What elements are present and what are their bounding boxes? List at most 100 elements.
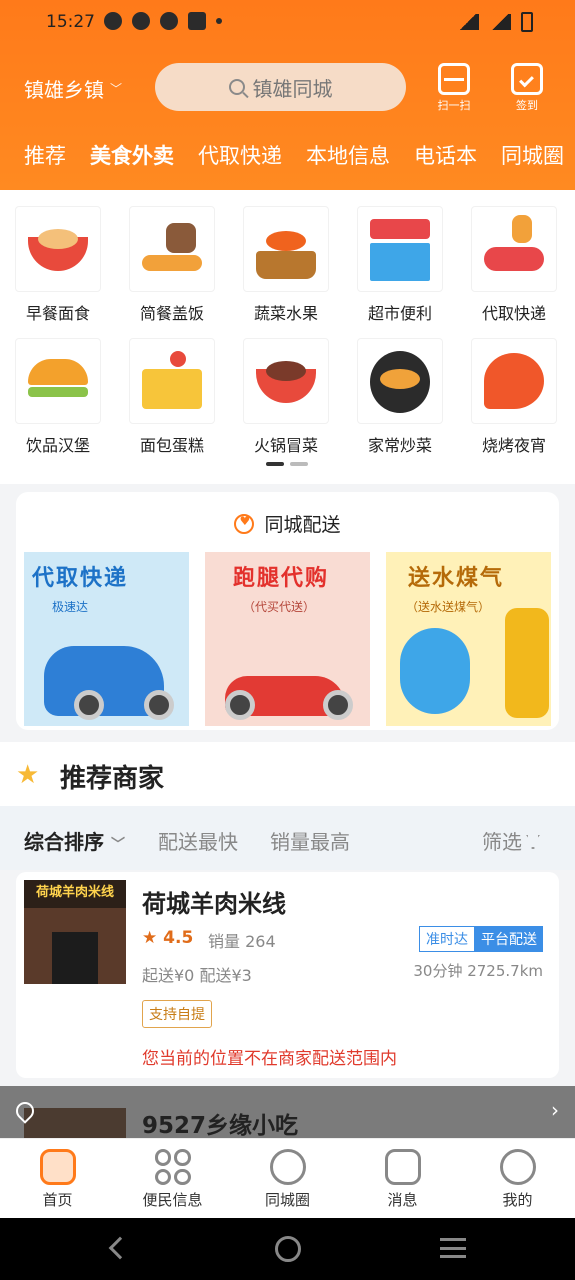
signal-icon (489, 14, 511, 30)
sort-fastest[interactable]: 配送最快 (158, 826, 238, 855)
status-time: 15:27 (46, 12, 95, 32)
cake-icon (129, 338, 215, 424)
category-label: 饮品汉堡 (25, 436, 90, 455)
category-bakery[interactable]: 面包蛋糕 (115, 338, 229, 456)
nav-label: 同城圈 (264, 1191, 310, 1209)
back-icon[interactable] (108, 1236, 132, 1260)
banner-express[interactable]: 代取快递 极速达 (24, 552, 189, 726)
nav-messages[interactable]: 消息 (345, 1139, 460, 1218)
noodle-bowl-icon (15, 206, 101, 292)
shop-door (52, 932, 98, 984)
gear-icon (132, 12, 150, 30)
filter-label: 筛选 (482, 830, 522, 854)
category-home-cooking[interactable]: 家常炒菜 (343, 338, 457, 456)
banner-title: 送水煤气 (408, 566, 505, 591)
burger-icon (15, 338, 101, 424)
message-icon (384, 1149, 421, 1185)
category-label: 代取快递 (481, 304, 546, 323)
platform-delivery-badge: 平台配送 (475, 926, 543, 952)
sign-in-button[interactable]: 签到 (509, 63, 545, 113)
shop-image: 荷城羊肉米线 (24, 880, 126, 984)
out-of-range-warning: 您当前的位置不在商家配送范围内 (142, 1049, 397, 1069)
banner-subtitle: （代买代送） (243, 600, 316, 614)
chevron-right-icon[interactable]: › (551, 1098, 559, 1122)
location-selector[interactable]: 镇雄乡镇 ﹀ (24, 74, 122, 103)
banner-errand[interactable]: 跑腿代购 （代买代送） (205, 552, 370, 726)
fruit-basket-icon (243, 206, 329, 292)
nav-convenience[interactable]: 便民信息 (115, 1139, 230, 1218)
category-breakfast[interactable]: 早餐面食 (1, 206, 115, 324)
scan-label: 扫一扫 (437, 99, 471, 112)
recommend-header: ★ 推荐商家 (0, 742, 575, 806)
category-fruit[interactable]: 蔬菜水果 (229, 206, 343, 324)
banner-title: 代取快递 (32, 566, 129, 591)
gas-tank-illustration (505, 608, 549, 718)
calendar-check-icon (511, 63, 543, 95)
bag-icon (188, 12, 206, 30)
search-placeholder: 镇雄同城 (252, 76, 333, 101)
tab-express-pickup[interactable]: 代取快递 (198, 140, 282, 180)
smile-icon (269, 1149, 306, 1185)
tab-phonebook[interactable]: 电话本 (414, 140, 477, 180)
battery-icon (521, 12, 533, 32)
menu-icon[interactable] (440, 1238, 466, 1258)
scan-button[interactable]: 扫一扫 (436, 63, 472, 113)
wheel-icon (144, 690, 174, 720)
pickup-badge: 支持自提 (142, 1000, 212, 1028)
tab-recommend[interactable]: 推荐 (24, 140, 66, 180)
tab-city-circle[interactable]: 同城圈 (501, 140, 564, 180)
filter-button[interactable]: 筛选 (482, 826, 540, 855)
sort-best-selling[interactable]: 销量最高 (270, 826, 350, 855)
home-circle-icon[interactable] (275, 1236, 301, 1262)
user-icon (499, 1149, 536, 1185)
nav-home[interactable]: 首页 (0, 1139, 115, 1218)
sign-label: 签到 (516, 99, 538, 112)
delivery-title: 同城配送 (16, 510, 559, 537)
wifi-icon (457, 14, 479, 30)
category-drink-burger[interactable]: 饮品汉堡 (1, 338, 115, 456)
shop-rating: ★ 4.5 (142, 928, 194, 948)
nav-label: 我的 (502, 1191, 533, 1209)
wheel-icon (323, 690, 353, 720)
system-icons (457, 12, 533, 32)
category-grid: 早餐面食 简餐盖饭 蔬菜水果 超市便利 代取快递 饮品汉堡 面包蛋糕 火锅冒菜 … (0, 190, 575, 484)
rating-value: 4.5 (163, 928, 194, 948)
banner-title: 跑腿代购 (233, 566, 330, 591)
search-input[interactable]: 镇雄同城 (155, 63, 406, 111)
category-label: 蔬菜水果 (253, 304, 318, 323)
tab-local-info[interactable]: 本地信息 (306, 140, 390, 180)
more-dot-icon (216, 18, 222, 24)
category-express[interactable]: 代取快递 (457, 206, 571, 324)
nav-city-circle[interactable]: 同城圈 (230, 1139, 345, 1218)
category-supermarket[interactable]: 超市便利 (343, 206, 457, 324)
status-bar: 15:27 (0, 0, 575, 46)
category-label: 家常炒菜 (367, 436, 432, 455)
category-hotpot[interactable]: 火锅冒菜 (229, 338, 343, 456)
sort-comprehensive[interactable]: 综合排序 ﹀ (24, 826, 125, 855)
next-shop-card[interactable]: 9527乡缘小吃 › (0, 1086, 575, 1139)
nav-label: 首页 (42, 1191, 73, 1209)
category-simple-meal[interactable]: 简餐盖饭 (115, 206, 229, 324)
tab-food-delivery[interactable]: 美食外卖 (90, 140, 174, 194)
category-bbq[interactable]: 烧烤夜宵 (457, 338, 571, 456)
nav-profile[interactable]: 我的 (460, 1139, 575, 1218)
filter-icon (526, 835, 540, 849)
shop-tags: 准时达 平台配送 (419, 926, 543, 952)
shop-name: 荷城羊肉米线 (142, 890, 286, 918)
shop-sales: 销量 264 (208, 932, 276, 951)
shop-sign-text: 荷城羊肉米线 (24, 880, 126, 908)
banner-water-gas[interactable]: 送水煤气 （送水送煤气） (386, 552, 551, 726)
category-label: 早餐面食 (25, 304, 90, 323)
sort-bar: 综合排序 ﹀ 配送最快 销量最高 筛选 (0, 806, 575, 870)
recommend-title: 推荐商家 (60, 764, 165, 794)
star-icon: ★ (16, 760, 40, 790)
hotpot-icon (243, 338, 329, 424)
category-label: 简餐盖饭 (139, 304, 204, 323)
chat-icon (104, 12, 122, 30)
shop-eta-distance: 30分钟 2725.7km (413, 962, 543, 980)
page-indicator (266, 462, 308, 466)
shop-card[interactable]: 荷城羊肉米线 荷城羊肉米线 ★ 4.5 销量 264 起送¥0 配送¥3 准时达… (16, 872, 559, 1078)
delivery-title-text: 同城配送 (264, 514, 341, 536)
grid-icon (154, 1149, 191, 1185)
page-dot-active (266, 462, 284, 466)
